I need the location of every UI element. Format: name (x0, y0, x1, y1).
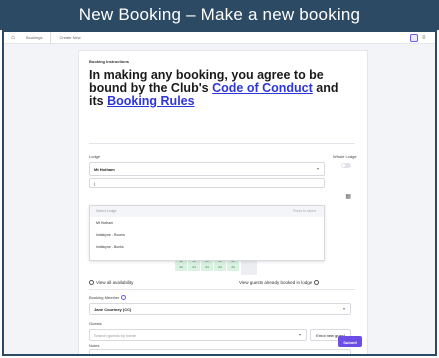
home-icon[interactable]: ⌂ (8, 35, 18, 41)
app-window: ⌂ Bookings Create New ≡ Booking Instruct… (2, 30, 437, 356)
booking-instructions-label: Booking Instructions (89, 59, 129, 64)
booking-instructions-text: In making any booking, you agree to be b… (89, 69, 349, 108)
lodge-option[interactable]: Indiskyne - Rooms (90, 230, 324, 241)
view-guests-text: View guests already booked in lodge (239, 280, 313, 285)
info-icon[interactable] (121, 295, 127, 300)
submit-button[interactable]: Submit (338, 336, 362, 347)
guests-search-placeholder: Search guests by name (94, 332, 137, 338)
lodge-options-header: Select Lodge Press to select (90, 206, 324, 217)
booking-form: Booking Instructions In making any booki… (78, 50, 368, 354)
view-all-availability-text: View all availability (96, 280, 134, 285)
view-all-availability-link[interactable]: View all availability (89, 280, 133, 285)
calendar-availability-count: 24 (231, 265, 235, 269)
booking-member-label: Booking Member (89, 295, 127, 300)
lodge-label: Lodge (89, 154, 101, 159)
chevron-down-icon[interactable]: ▾ (299, 332, 301, 337)
booking-member-select[interactable]: Jane Courtney (CC) (89, 303, 351, 315)
whole-lodge-toggle[interactable] (341, 163, 351, 168)
user-avatar-icon[interactable] (410, 34, 418, 42)
menu-icon[interactable]: ≡ (422, 34, 429, 42)
slide-title: New Booking – Make a new booking (0, 0, 439, 30)
breadcrumb-bookings[interactable]: Bookings (18, 32, 50, 44)
lodge-search-input[interactable]: | (89, 178, 325, 188)
notes-label: Notes (89, 343, 100, 348)
booking-member-value: Jane Courtney (CC) (94, 306, 132, 312)
whole-lodge-label: Whole Lodge (333, 154, 357, 159)
chevron-down-icon[interactable]: ▾ (317, 166, 319, 171)
divider (89, 143, 355, 144)
chevron-down-icon[interactable]: ▾ (343, 306, 345, 311)
lodge-search-value: | (94, 180, 96, 186)
date-field-tail[interactable]: ▦ (327, 190, 355, 202)
lodge-option[interactable]: Indiskyne - Bunks (90, 242, 324, 253)
calendar-availability-count: 24 (192, 265, 196, 269)
lodge-option[interactable]: Mt Hotham (90, 218, 324, 229)
calendar-small-icon (89, 280, 94, 285)
lodge-options-dropdown: Select Lodge Press to select Mt Hotham I… (89, 205, 325, 261)
booking-member-label-text: Booking Member (89, 295, 120, 300)
lodge-options-header-text: Select Lodge (96, 209, 117, 213)
calendar-availability-count: 24 (179, 265, 183, 269)
calendar-icon[interactable]: ▦ (345, 193, 351, 200)
booking-rules-link[interactable]: Booking Rules (107, 94, 195, 108)
app-bar: ⌂ Bookings Create New ≡ (4, 32, 435, 44)
view-guests-link[interactable]: View guests already booked in lodge (239, 280, 320, 285)
lodge-select-value: Mt Hotham (94, 166, 115, 172)
breadcrumb-create-new[interactable]: Create New (50, 32, 88, 44)
guests-search-input[interactable]: Search guests by name (89, 329, 307, 341)
calendar-availability-count: 24 (218, 265, 222, 269)
code-of-conduct-link[interactable]: Code of Conduct (212, 81, 313, 95)
lodge-options-hint: Press to select (293, 209, 316, 213)
notes-textarea[interactable]: ◢ (89, 349, 351, 354)
calendar-availability-count: 24 (205, 265, 209, 269)
guests-label: Guests (89, 321, 102, 326)
lodge-select[interactable]: Mt Hotham (89, 162, 325, 176)
divider (89, 289, 355, 290)
info-icon (314, 280, 320, 285)
